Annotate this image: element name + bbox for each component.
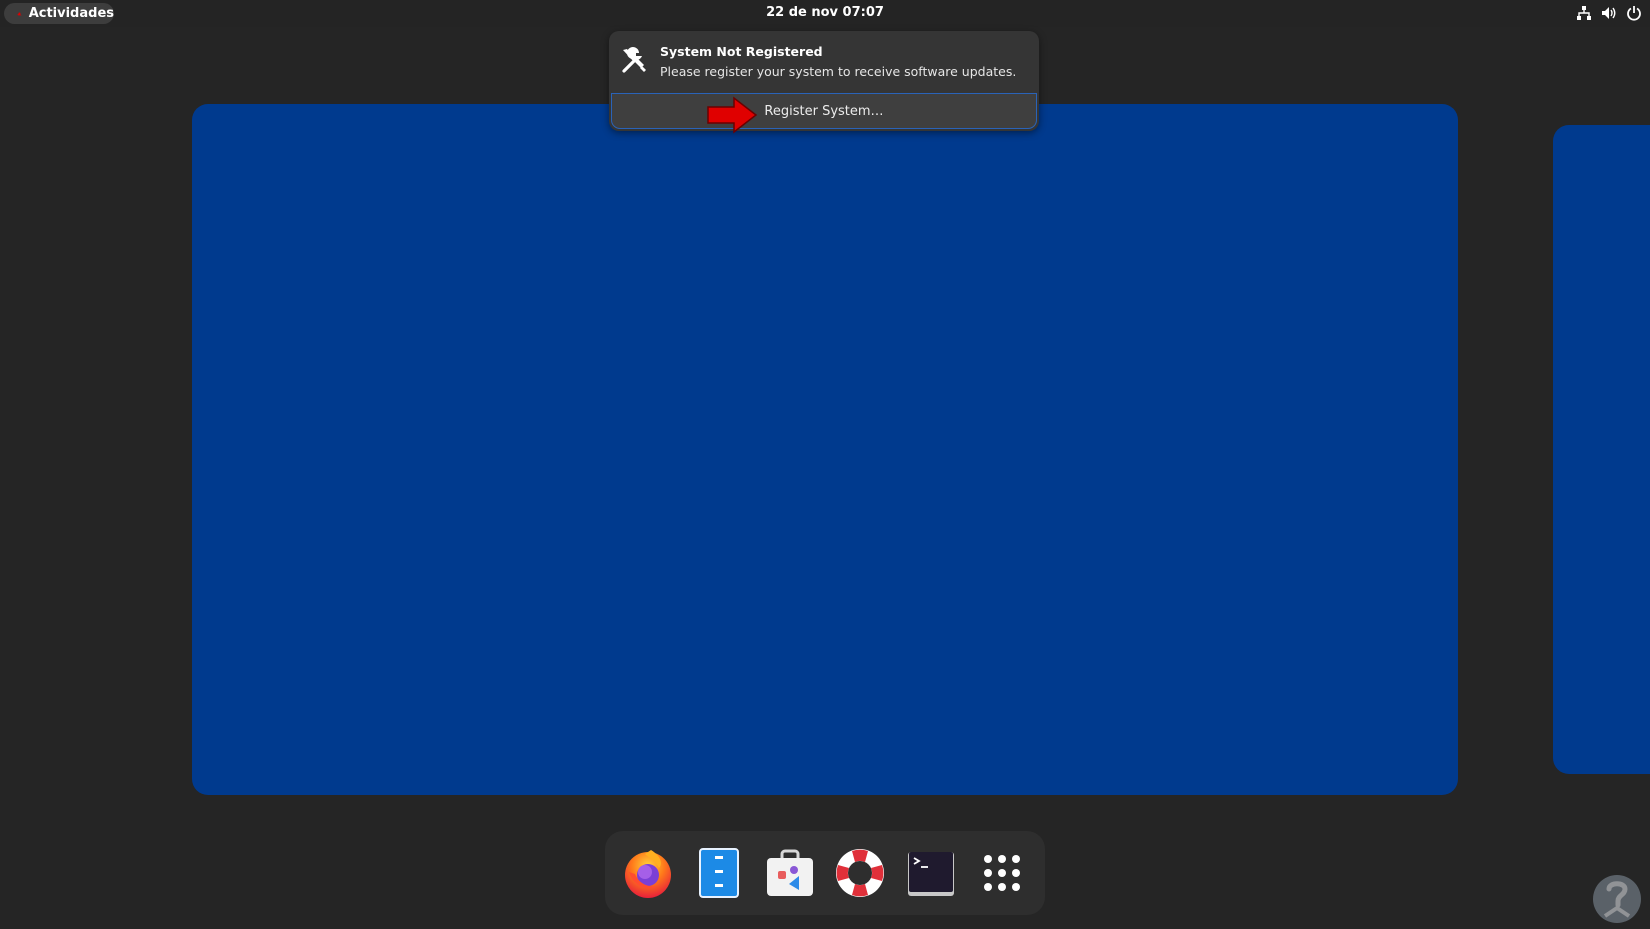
dash-app-help[interactable] [832,845,888,901]
firefox-icon [625,850,672,898]
system-tray[interactable] [1576,5,1642,21]
clock-text[interactable]: 22 de nov 07:07 [766,5,884,20]
software-icon [766,849,813,896]
register-system-button[interactable]: Register System… [611,93,1037,129]
app-grid-icon [983,855,1020,891]
notification-title: System Not Registered [660,44,823,59]
show-apps-button[interactable] [974,845,1030,901]
clock: 22 de nov 07:07 [0,5,1650,20]
help-icon [836,849,885,897]
network-icon[interactable] [1576,5,1592,21]
workspace-thumbnail-current[interactable] [192,104,1458,795]
tools-icon [622,47,646,73]
power-icon[interactable] [1626,5,1642,21]
terminal-icon [907,852,954,896]
activities-label: Actividades [28,6,114,21]
dash-app-terminal[interactable] [903,845,959,901]
watermark-logo-icon [1593,875,1641,923]
dash [605,831,1045,915]
workspace-thumbnail-next[interactable] [1553,125,1650,774]
dash-app-files[interactable] [691,845,747,901]
files-icon [698,848,739,898]
dash-app-firefox[interactable] [620,845,676,901]
notification-body: Please register your system to receive s… [660,64,1017,79]
desktop: Actividades 22 de nov 07:07 System Not R… [0,0,1650,929]
notification-banner[interactable]: System Not Registered Please register yo… [609,31,1039,131]
dash-app-software[interactable] [762,845,818,901]
activities-button[interactable]: Actividades [4,3,114,24]
red-arrow-icon [707,96,758,134]
volume-icon[interactable] [1601,5,1617,21]
redhat-logo-icon [17,11,23,15]
top-bar: Actividades 22 de nov 07:07 [0,0,1650,27]
